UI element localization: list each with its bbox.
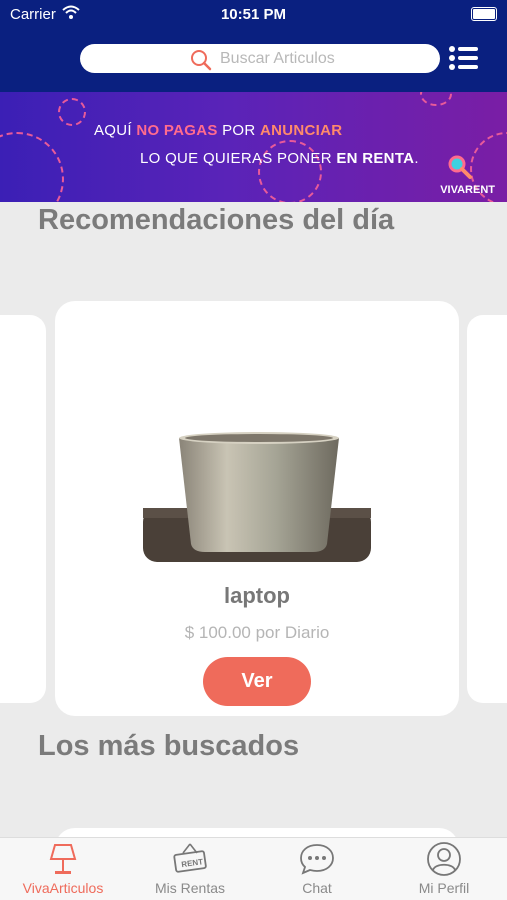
top-bar bbox=[0, 30, 507, 92]
banner-decoration bbox=[420, 92, 452, 106]
product-card[interactable]: laptop $ 100.00 por Diario Ver bbox=[55, 301, 459, 716]
search-icon bbox=[191, 50, 212, 71]
banner-decoration bbox=[58, 98, 86, 126]
tab-label: Mi Perfil bbox=[418, 880, 470, 896]
tab-label: VivaArticulos bbox=[22, 880, 104, 896]
chat-bubble-icon bbox=[300, 844, 334, 875]
user-profile-icon bbox=[427, 842, 461, 876]
tab-label: Chat bbox=[302, 880, 332, 896]
tab-label: Mis Rentas bbox=[154, 880, 226, 896]
tab-mis-rentas[interactable]: RENT Mis Rentas bbox=[127, 838, 253, 900]
section-title-most-searched: Los más buscados bbox=[38, 730, 300, 762]
section-title-recommended: Recomendaciones del día bbox=[38, 204, 395, 236]
view-button[interactable]: Ver bbox=[203, 657, 311, 706]
product-image bbox=[143, 432, 371, 562]
magnifier-logo-icon bbox=[448, 155, 472, 179]
tab-bar: VivaArticulos RENT Mis Rentas Chat Mi Pe… bbox=[0, 837, 507, 900]
status-time: 10:51 PM bbox=[220, 6, 287, 23]
promo-banner[interactable]: AQUÍ NO PAGAS POR ANUNCIAR LO QUE QUIERA… bbox=[0, 92, 507, 202]
search-bar[interactable] bbox=[80, 44, 440, 73]
product-name: laptop bbox=[224, 583, 290, 608]
carousel-card-next[interactable] bbox=[467, 315, 507, 703]
tab-vivaarticulos[interactable]: VivaArticulos bbox=[0, 838, 126, 900]
svg-text:RENT: RENT bbox=[181, 857, 204, 869]
carousel-card-prev[interactable] bbox=[0, 315, 46, 703]
status-bar: Carrier 10:51 PM bbox=[0, 0, 507, 30]
banner-line-1: AQUÍ NO PAGAS POR ANUNCIAR bbox=[94, 122, 343, 139]
brand-logo: VIVARENT bbox=[440, 184, 495, 196]
rent-sign-icon: RENT bbox=[173, 843, 207, 873]
banner-line-2: LO QUE QUIERAS PONER EN RENTA. bbox=[140, 150, 419, 167]
lamp-icon bbox=[49, 844, 77, 874]
tab-mi-perfil[interactable]: Mi Perfil bbox=[381, 838, 507, 900]
menu-list-icon[interactable] bbox=[449, 45, 479, 71]
battery-icon bbox=[471, 7, 497, 21]
search-input[interactable] bbox=[218, 46, 422, 72]
banner-decoration bbox=[0, 132, 64, 202]
tab-chat[interactable]: Chat bbox=[254, 838, 380, 900]
product-price: $ 100.00 por Diario bbox=[184, 623, 330, 642]
